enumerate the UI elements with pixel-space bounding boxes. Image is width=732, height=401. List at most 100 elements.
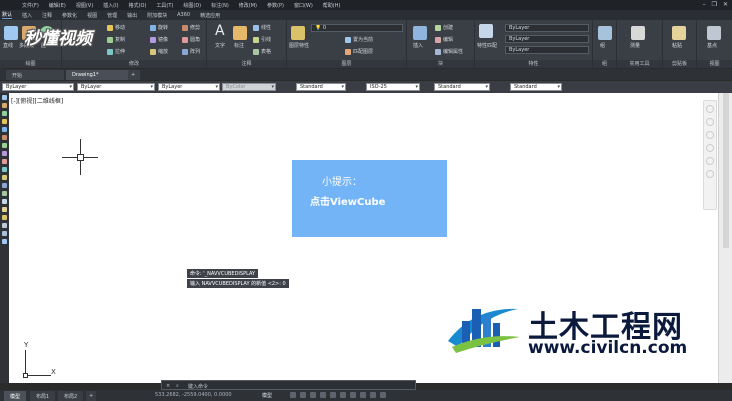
workspace-gear-icon[interactable] xyxy=(370,392,376,398)
zoom-icon[interactable] xyxy=(706,131,714,139)
create-block-button[interactable]: 创建 xyxy=(435,24,453,31)
color-combo[interactable]: ByLayer xyxy=(505,24,589,32)
circle-icon[interactable] xyxy=(2,143,7,148)
layout-tab-model[interactable]: 模型 xyxy=(4,391,27,401)
multileader-style-select[interactable]: Standard ▾ xyxy=(510,83,562,91)
ellipse-icon[interactable] xyxy=(2,167,7,172)
menu-view[interactable]: 视图(V) xyxy=(76,2,93,9)
scale-button[interactable]: 缩放 xyxy=(150,48,168,55)
panel-title-modify[interactable]: 修改 xyxy=(62,60,206,68)
vertical-scrollbar[interactable] xyxy=(718,93,732,383)
snap-icon[interactable] xyxy=(300,392,306,398)
annotation-scale-icon[interactable] xyxy=(360,392,366,398)
table-button[interactable]: 表格 xyxy=(253,48,271,55)
point-icon[interactable] xyxy=(2,199,7,204)
scrollbar-thumb[interactable] xyxy=(723,93,729,248)
text-button[interactable]: 文字 xyxy=(215,42,225,49)
steering-wheel-icon[interactable] xyxy=(706,105,714,113)
array-button[interactable]: 阵列 xyxy=(182,48,200,55)
menu-edit[interactable]: 编辑(E) xyxy=(49,2,66,9)
tab-parametric[interactable]: 参数化 xyxy=(62,12,77,19)
polyline-icon[interactable] xyxy=(2,111,7,116)
tab-annotate[interactable]: 注释 xyxy=(42,12,52,19)
add-layout-icon[interactable]: + xyxy=(86,391,97,401)
rectangle-icon[interactable] xyxy=(2,127,7,132)
minimize-icon[interactable]: – xyxy=(703,1,706,8)
edit-block-button[interactable]: 编辑 xyxy=(435,36,453,43)
trim-button[interactable]: 修剪 xyxy=(182,24,200,31)
model-space-button[interactable]: 模型 xyxy=(262,392,272,399)
mirror-button[interactable]: 镜像 xyxy=(150,36,168,43)
panel-title-block[interactable]: 块 xyxy=(407,60,474,68)
insert-block-icon[interactable] xyxy=(2,183,7,188)
tab-featured-apps[interactable]: 精选应用 xyxy=(200,12,220,19)
otrack-icon[interactable] xyxy=(340,392,346,398)
gradient-icon[interactable] xyxy=(2,215,7,220)
pan-icon[interactable] xyxy=(706,118,714,126)
menu-format[interactable]: 格式(O) xyxy=(129,2,147,9)
restore-icon[interactable]: ❐ xyxy=(712,1,717,8)
polar-icon[interactable] xyxy=(320,392,326,398)
fillet-button[interactable]: 圆角 xyxy=(182,36,200,43)
leader-button[interactable]: 引线 xyxy=(253,36,271,43)
new-tab-button[interactable]: + xyxy=(128,70,140,80)
set-current-button[interactable]: 置为当前 xyxy=(345,36,373,43)
panel-title-draw[interactable]: 绘图 xyxy=(0,60,61,68)
ortho-icon[interactable] xyxy=(310,392,316,398)
command-input[interactable]: 键入命令 xyxy=(188,383,208,390)
ellipse-arc-icon[interactable] xyxy=(2,175,7,180)
layer-properties-icon[interactable] xyxy=(291,26,305,40)
draw-line-button[interactable]: 直线 xyxy=(3,42,13,49)
dimension-icon[interactable] xyxy=(233,26,247,40)
polygon-icon[interactable] xyxy=(2,119,7,124)
hatch-icon[interactable] xyxy=(2,207,7,212)
group-button[interactable]: 组 xyxy=(600,42,605,49)
move-button[interactable]: 移动 xyxy=(107,24,125,31)
table-style-select[interactable]: Standard ▾ xyxy=(434,83,490,91)
mtext-icon[interactable] xyxy=(2,239,7,244)
dim-style-select[interactable]: ISO-25 ▾ xyxy=(366,83,420,91)
osnap-icon[interactable] xyxy=(330,392,336,398)
search-icon[interactable]: ⌕ xyxy=(176,383,179,389)
tab-insert[interactable]: 插入 xyxy=(22,12,32,19)
panel-title-clipboard[interactable]: 剪贴板 xyxy=(663,60,696,68)
region-icon[interactable] xyxy=(2,223,7,228)
menu-file[interactable]: 文件(F) xyxy=(22,2,39,9)
insert-block-icon[interactable] xyxy=(413,26,427,40)
edit-attributes-button[interactable]: 编辑属性 xyxy=(435,48,463,55)
measure-button[interactable]: 测量 xyxy=(630,42,640,49)
panel-title-annotation[interactable]: 注释 xyxy=(207,60,286,68)
layer-combo[interactable]: 💡 0 xyxy=(311,24,403,32)
rotate-button[interactable]: 旋转 xyxy=(150,24,168,31)
viewport-controls[interactable]: [-][俯视][二维线框] xyxy=(11,96,63,105)
navigation-settings-icon[interactable] xyxy=(706,170,714,178)
tab-manage[interactable]: 管理 xyxy=(107,12,117,19)
stretch-button[interactable]: 拉伸 xyxy=(107,48,125,55)
construction-line-icon[interactable] xyxy=(2,103,7,108)
panel-title-layers[interactable]: 图层 xyxy=(287,60,406,68)
layout-tab-layout2[interactable]: 布局2 xyxy=(58,391,84,401)
tab-output[interactable]: 输出 xyxy=(127,12,137,19)
make-block-icon[interactable] xyxy=(2,191,7,196)
arc-icon[interactable] xyxy=(2,135,7,140)
lineweight-combo[interactable]: ByLayer xyxy=(505,46,589,54)
revcloud-icon[interactable] xyxy=(2,151,7,156)
spline-icon[interactable] xyxy=(2,159,7,164)
tab-a360[interactable]: A360 xyxy=(177,12,190,18)
menu-insert[interactable]: 插入(I) xyxy=(103,2,118,9)
command-line[interactable]: × ⌕ 键入命令 xyxy=(161,380,416,390)
insert-block-button[interactable]: 插入 xyxy=(413,42,423,49)
close-icon[interactable]: ✕ xyxy=(723,1,728,8)
paste-icon[interactable] xyxy=(672,26,686,40)
tab-addins[interactable]: 附加模块 xyxy=(147,12,167,19)
text-style-select[interactable]: Standard ▾ xyxy=(296,83,346,91)
showmotion-icon[interactable] xyxy=(706,157,714,165)
color-select[interactable]: ByColor ▾ xyxy=(222,83,276,91)
panel-title-utilities[interactable]: 实用工具 xyxy=(617,60,662,68)
copy-button[interactable]: 复制 xyxy=(107,36,125,43)
orbit-icon[interactable] xyxy=(706,144,714,152)
grid-icon[interactable] xyxy=(290,392,296,398)
linetype-select[interactable]: ByLayer ▾ xyxy=(77,83,155,91)
match-properties-icon[interactable] xyxy=(479,24,493,38)
line-icon[interactable] xyxy=(4,26,18,40)
